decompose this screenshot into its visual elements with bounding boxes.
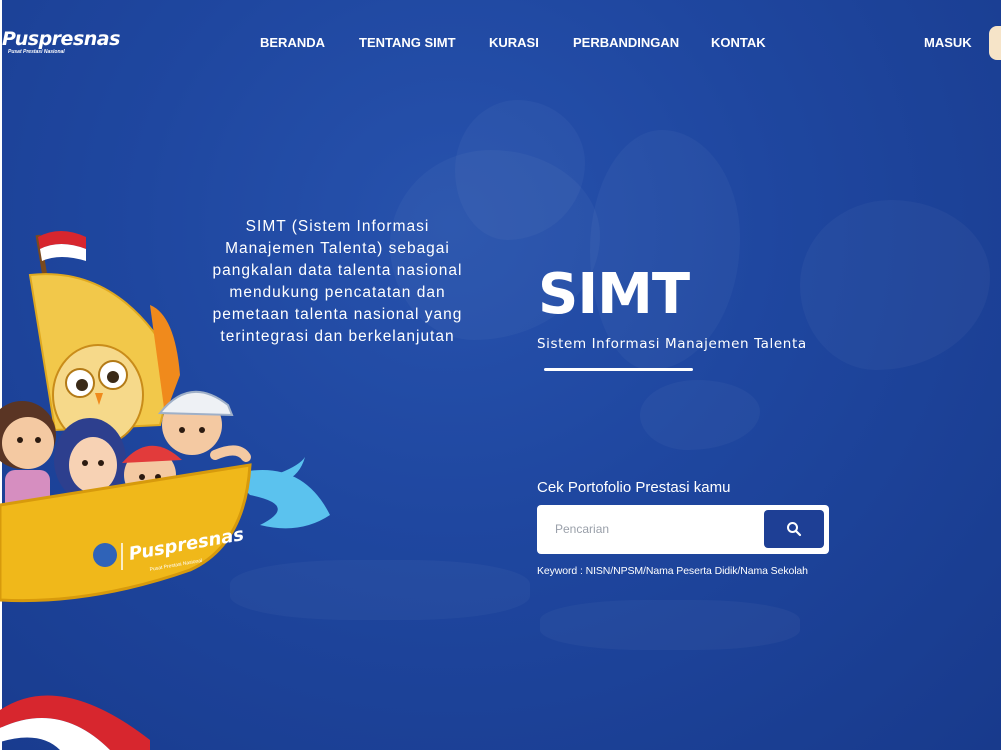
search-icon [787, 522, 802, 537]
nav-kontak[interactable]: KONTAK [711, 35, 766, 50]
login-link[interactable]: MASUK [924, 35, 972, 50]
portfolio-search-label: Cek Portofolio Prestasi kamu [537, 479, 731, 496]
search-keyword-hint: Keyword : NISN/NPSM/Nama Peserta Didik/N… [537, 565, 808, 577]
search-box [537, 505, 829, 554]
mascot-boat-illustration: Puspresnas Pusat Prestasi Nasional [0, 231, 330, 603]
search-button[interactable] [764, 510, 824, 548]
search-input[interactable] [555, 515, 755, 543]
ministry-emblem-icon [93, 543, 117, 567]
student-boy-white-cap-mascot [157, 390, 251, 462]
flag-ribbon-decoration [0, 695, 150, 750]
top-navigation: Puspresnas Pusat Prestasi Nasional BERAN… [0, 0, 1001, 84]
nav-perbandingan[interactable]: PERBANDINGAN [573, 35, 679, 50]
logo-text: Puspresnas [2, 28, 120, 50]
hero-divider [544, 368, 693, 371]
puspresnas-logo[interactable]: Puspresnas Pusat Prestasi Nasional [2, 28, 120, 60]
indonesian-flag-icon [38, 231, 86, 261]
hero-title: SIMT [538, 262, 690, 327]
hero-subtitle: Sistem Informasi Manajemen Talenta [537, 336, 807, 352]
register-button[interactable] [989, 26, 1001, 60]
nav-beranda[interactable]: BERANDA [260, 35, 325, 50]
nav-kurasi[interactable]: KURASI [489, 35, 539, 50]
nav-tentang-simt[interactable]: TENTANG SIMT [359, 35, 456, 50]
